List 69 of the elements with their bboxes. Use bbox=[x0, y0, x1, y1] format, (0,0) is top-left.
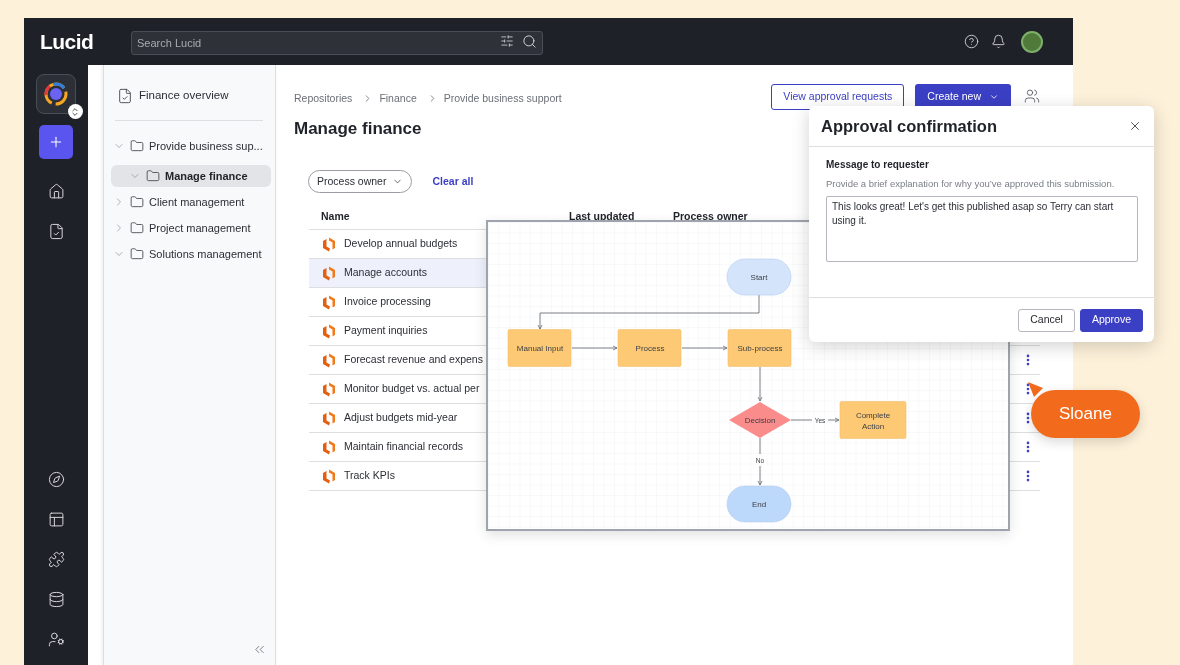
process-name: Forecast revenue and expens bbox=[344, 352, 483, 368]
process-name: Monitor budget vs. actual per bbox=[344, 381, 480, 397]
clear-all-link[interactable]: Clear all bbox=[432, 173, 474, 190]
folder-icon bbox=[130, 139, 144, 153]
table-cell[interactable]: Manage accounts bbox=[309, 259, 486, 288]
process-icon bbox=[322, 352, 336, 368]
process-name: Payment inquiries bbox=[344, 323, 428, 339]
process-name: Develop annual budgets bbox=[344, 236, 458, 252]
process-name: Maintain financial records bbox=[344, 439, 464, 455]
column-header: Last updated bbox=[569, 209, 636, 225]
tree-item[interactable]: Manage finance bbox=[111, 165, 271, 187]
process-node: Sub-process bbox=[727, 329, 792, 367]
app-logo-icon bbox=[43, 81, 69, 107]
process-name: Manage accounts bbox=[344, 265, 427, 281]
search-field[interactable]: Search Lucid bbox=[131, 30, 543, 55]
process-name: Adjust budgets mid-year bbox=[344, 410, 458, 426]
filter-icon[interactable] bbox=[500, 34, 514, 48]
process-icon bbox=[322, 236, 336, 252]
process-node: Manual Input bbox=[507, 329, 572, 367]
field-help-text: Provide a brief explanation for why you’ve approved this submission. bbox=[826, 177, 1116, 191]
users-icon[interactable] bbox=[1024, 88, 1040, 104]
process-name: Track KPIs bbox=[344, 468, 395, 484]
logo[interactable]: Lucid bbox=[40, 25, 131, 58]
app-switcher[interactable] bbox=[36, 74, 76, 114]
page-title: Manage finance bbox=[294, 117, 423, 140]
help-icon[interactable] bbox=[964, 34, 979, 49]
decision-node: Decision bbox=[729, 402, 791, 438]
collaborator-cursor-icon bbox=[1028, 382, 1044, 398]
folder-icon bbox=[130, 247, 144, 261]
avatar[interactable] bbox=[1021, 30, 1043, 53]
add-button[interactable] bbox=[39, 125, 73, 159]
tree-item[interactable]: Project management bbox=[111, 217, 271, 239]
tree-item[interactable]: Solutions management bbox=[111, 243, 271, 265]
approve-button[interactable]: Approve bbox=[1079, 308, 1143, 332]
collaborator-name-tag: Sloane bbox=[1031, 390, 1140, 438]
process-node: Complete Action bbox=[839, 401, 907, 439]
process-name: Invoice processing bbox=[344, 294, 431, 310]
notifications-icon[interactable] bbox=[991, 34, 1006, 49]
search-icon[interactable] bbox=[522, 33, 537, 49]
breadcrumb-link[interactable]: Repositories bbox=[294, 91, 353, 107]
process-icon bbox=[322, 468, 336, 484]
folder-icon bbox=[130, 221, 144, 235]
breadcrumb-link[interactable]: Provide business support bbox=[443, 91, 562, 107]
close-icon[interactable] bbox=[1128, 119, 1142, 133]
column-header: Process owner bbox=[673, 209, 748, 225]
folder-icon bbox=[146, 169, 160, 183]
tree-item[interactable]: Provide business sup... bbox=[111, 135, 271, 157]
process-node: Process bbox=[617, 329, 682, 367]
process-icon bbox=[322, 439, 336, 455]
message-field[interactable]: This looks great! Let's get this published asap so Terry can start using it. bbox=[826, 196, 1138, 262]
terminal-node: End bbox=[726, 485, 792, 523]
plus-icon bbox=[48, 134, 64, 150]
field-label: Message to requester bbox=[826, 158, 930, 172]
process-icon bbox=[322, 265, 336, 281]
tree-item[interactable]: Client management bbox=[111, 191, 271, 213]
breadcrumb-link[interactable]: Finance bbox=[379, 91, 417, 107]
process-icon bbox=[322, 294, 336, 310]
terminal-node: Start bbox=[726, 258, 792, 296]
process-icon bbox=[322, 410, 336, 426]
folder-icon bbox=[130, 195, 144, 209]
overview-link[interactable]: Finance overview bbox=[111, 86, 275, 106]
caret-icon bbox=[989, 92, 999, 102]
chevrons-up-down-icon bbox=[70, 106, 80, 117]
column-header: Name bbox=[321, 209, 351, 225]
process-icon bbox=[322, 381, 336, 397]
process-icon bbox=[322, 323, 336, 339]
document-check-icon bbox=[117, 88, 133, 104]
cancel-button[interactable]: Cancel bbox=[1018, 308, 1075, 332]
dialog-title: Approval confirmation bbox=[821, 115, 997, 137]
